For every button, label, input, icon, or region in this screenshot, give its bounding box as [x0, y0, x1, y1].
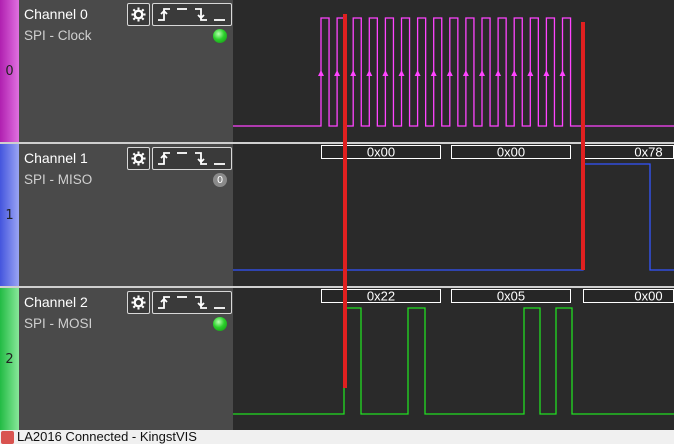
clock-trace [233, 17, 674, 127]
rising-edge-marker [398, 70, 405, 76]
channel-1-waveform[interactable]: 0x00 0x00 0x78 [233, 144, 674, 286]
rising-edge-marker [479, 70, 485, 76]
channel-1-color-bar[interactable]: 1 [0, 144, 19, 286]
channel-1-row: 1 Channel 1 SPI - MISO 0 0x00 0x00 0x78 [0, 144, 674, 286]
rising-edge-marker [334, 70, 341, 76]
channel-2-row: 2 Channel 2 SPI - MOSI 0x22 0x05 0x00 [0, 288, 674, 430]
rising-edge-marker [511, 70, 518, 76]
channel-0-waveform[interactable] [233, 0, 674, 142]
mosi-trace [233, 307, 674, 415]
decode-value: 0x78 [634, 145, 662, 160]
channel-1-name[interactable]: Channel 1 [24, 150, 88, 166]
rising-edge-marker [462, 70, 469, 76]
channel-1-index: 1 [5, 207, 14, 223]
rising-edge-marker [543, 70, 550, 76]
app-icon[interactable] [1, 431, 14, 444]
rising-edge-icon[interactable] [158, 296, 170, 309]
channel-0-label-panel: Channel 0 SPI - Clock [19, 0, 233, 142]
gear-icon[interactable] [127, 3, 150, 26]
decode-value: 0x00 [634, 289, 662, 304]
gear-icon[interactable] [127, 291, 150, 314]
channel-0-name[interactable]: Channel 0 [24, 6, 88, 22]
rising-edge-marker [382, 70, 389, 76]
window-title[interactable]: LA2016 Connected - KingstVIS [17, 429, 197, 444]
rising-edge-marker [366, 70, 373, 76]
channel-1-label-panel: Channel 1 SPI - MISO 0 [19, 144, 233, 286]
channel-2-waveform[interactable]: 0x22 0x05 0x00 [233, 288, 674, 430]
decode-value: 0x05 [497, 289, 525, 304]
miso-trace [233, 163, 674, 271]
rising-edge-marker [495, 70, 502, 76]
channel-0-protocol: SPI - Clock [24, 28, 92, 43]
channel-2-color-bar[interactable]: 2 [0, 288, 19, 430]
decode-value: 0x00 [367, 145, 395, 160]
gear-icon[interactable] [127, 147, 150, 170]
channel-2-protocol: SPI - MOSI [24, 316, 93, 331]
falling-edge-icon[interactable] [195, 296, 207, 309]
decode-value: 0x00 [497, 145, 525, 160]
channel-0-row: 0 Channel 0 SPI - Clock [0, 0, 674, 142]
rising-edge-icon[interactable] [158, 8, 170, 21]
rising-edge-marker [414, 70, 421, 76]
rising-edge-marker [318, 70, 324, 76]
trigger-buttons[interactable] [152, 291, 232, 314]
falling-edge-icon[interactable] [195, 8, 207, 21]
trigger-buttons[interactable] [152, 147, 232, 170]
rising-edge-marker [430, 70, 437, 76]
channel-1-protocol: SPI - MISO [24, 172, 93, 187]
channel-2-label-panel: Channel 2 SPI - MOSI [19, 288, 233, 430]
channel-0-color-bar[interactable]: 0 [0, 0, 19, 142]
channel-2-index: 2 [5, 351, 14, 367]
channel-0-status-led [213, 29, 227, 43]
rising-edge-marker [559, 70, 566, 76]
rising-edge-marker [350, 70, 357, 76]
channel-2-name[interactable]: Channel 2 [24, 294, 88, 310]
falling-edge-icon[interactable] [195, 152, 207, 165]
channel-2-status-led [213, 317, 227, 331]
channel-0-index: 0 [5, 63, 14, 79]
trigger-buttons[interactable] [152, 3, 232, 26]
rising-edge-marker [527, 70, 534, 76]
decode-value: 0x22 [367, 289, 395, 304]
taskbar: LA2016 Connected - KingstVIS [0, 429, 674, 444]
channel-1-status-badge: 0 [213, 173, 227, 187]
rising-edge-marker [446, 70, 453, 76]
rising-edge-icon[interactable] [158, 152, 170, 165]
